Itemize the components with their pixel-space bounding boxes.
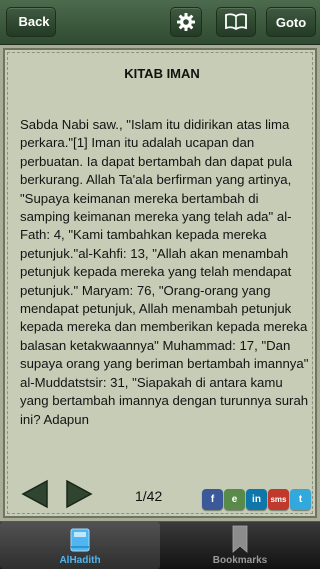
book-button[interactable] [216, 7, 256, 37]
goto-button[interactable]: Goto [266, 7, 316, 37]
gear-icon [177, 13, 195, 31]
open-book-icon [225, 13, 247, 31]
sms-icon[interactable]: sms [268, 489, 289, 510]
text-frame: KITAB IMAN Sabda Nabi saw., "Islam itu d… [3, 48, 317, 518]
book-icon [70, 528, 90, 552]
twitter-icon[interactable]: t [290, 489, 311, 510]
tab-alhadith-label: AlHadith [59, 555, 101, 566]
goto-label: Goto [275, 14, 307, 30]
twitter-label: t [298, 494, 303, 505]
tab-bookmarks-label: Bookmarks [212, 555, 268, 566]
page-title: KITAB IMAN [124, 66, 200, 81]
tab-bar: AlHadith Bookmarks [0, 521, 320, 569]
previous-page-button[interactable] [19, 478, 51, 510]
next-page-button[interactable] [63, 478, 95, 510]
facebook-icon[interactable]: f [202, 489, 223, 510]
sms-label: sms [270, 495, 287, 504]
back-button[interactable]: Back [6, 7, 56, 37]
reading-area: KITAB IMAN Sabda Nabi saw., "Islam itu d… [0, 45, 320, 521]
top-toolbar: Back Goto [0, 0, 320, 45]
tab-bookmarks[interactable]: Bookmarks [160, 522, 320, 569]
tab-alhadith[interactable]: AlHadith [0, 522, 160, 569]
page-indicator: 1/42 [135, 488, 163, 504]
evernote-icon[interactable]: e [224, 489, 245, 510]
evernote-label: e [231, 494, 238, 505]
settings-button[interactable] [170, 7, 202, 37]
bookmark-icon [232, 525, 248, 553]
facebook-label: f [210, 494, 215, 505]
linkedin-label: in [252, 494, 261, 505]
hadith-text[interactable]: Sabda Nabi saw., "Islam itu didirikan at… [20, 116, 312, 473]
linkedin-icon[interactable]: in [246, 489, 267, 510]
back-label: Back [18, 14, 50, 29]
